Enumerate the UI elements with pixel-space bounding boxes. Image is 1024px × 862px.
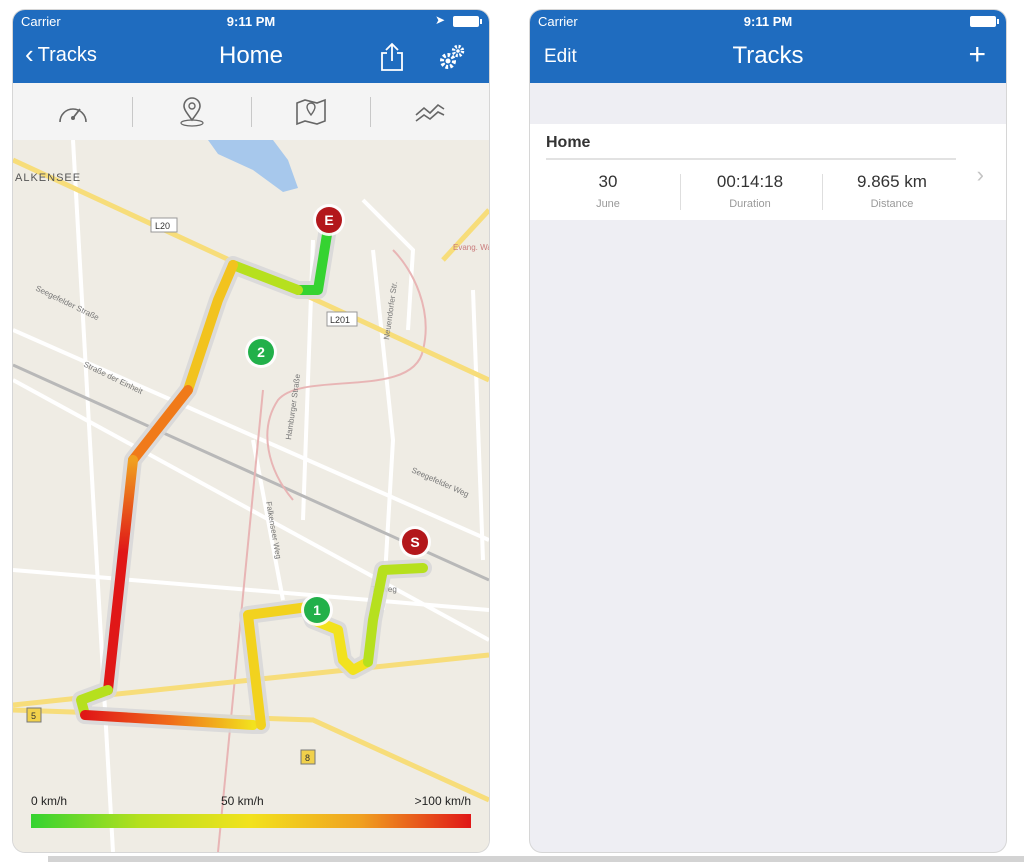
tracks-list-screen: Carrier 9:11 PM Edit Tracks + Home 30 Ju…: [530, 10, 1006, 852]
end-marker[interactable]: E: [313, 204, 345, 236]
start-marker-label: S: [410, 534, 419, 550]
add-track-button[interactable]: +: [968, 38, 986, 72]
speedometer-icon: [58, 107, 87, 122]
share-icon: [381, 42, 403, 71]
map-pin-icon: [179, 96, 204, 127]
lap-marker-1[interactable]: 1: [301, 594, 333, 626]
map-label-route-8: 8: [305, 753, 310, 763]
track-duration: 00:14:18 Duration: [682, 172, 818, 210]
track-date-caption: June: [596, 198, 620, 210]
clock: 9:11 PM: [743, 14, 793, 29]
divider: [546, 158, 956, 160]
track-distance: 9.865 km Distance: [824, 172, 960, 210]
lap-marker-2-label: 2: [257, 344, 265, 360]
legend-mid-label: 50 km/h: [221, 794, 264, 808]
track-list-item[interactable]: Home 30 June 00:14:18 Duration 9.865 km …: [530, 124, 1006, 220]
chevron-right-icon: ›: [976, 162, 984, 187]
track-name: Home: [546, 134, 591, 151]
track-duration-caption: Duration: [729, 198, 771, 210]
speed-view-button[interactable]: [13, 83, 132, 140]
stat-divider: [680, 174, 681, 210]
track-map[interactable]: ALKENSEE L20 L201 5 8 Seegefelder Straße…: [13, 139, 489, 852]
map-icon: [295, 98, 326, 125]
lap-marker-2[interactable]: 2: [245, 336, 277, 368]
location-icon: ➤: [434, 13, 445, 27]
map-label-town: ALKENSEE: [15, 172, 81, 184]
map-label-route-5: 5: [31, 711, 36, 721]
legend-max-label: >100 km/h: [414, 794, 471, 808]
map-label-l20: L20: [155, 221, 170, 231]
divider: [48, 856, 1024, 862]
chart-icon: [414, 103, 444, 122]
map-label-l201: L201: [330, 315, 350, 325]
legend-gradient-bar: [31, 814, 471, 828]
map-view-button[interactable]: [251, 83, 370, 140]
end-marker-label: E: [324, 212, 333, 228]
settings-button[interactable]: [437, 42, 467, 77]
legend-min-label: 0 km/h: [31, 794, 68, 808]
status-bar: Carrier 9:11 PM ➤: [13, 10, 489, 32]
pin-view-button[interactable]: [132, 83, 251, 140]
battery-icon: [970, 16, 999, 27]
share-button[interactable]: [379, 42, 405, 77]
track-date: 30 June: [540, 172, 676, 210]
battery-icon: [453, 16, 482, 27]
chart-view-button[interactable]: [370, 83, 489, 140]
navigation-bar: Carrier 9:11 PM Edit Tracks +: [530, 10, 1006, 83]
page-title: Tracks: [732, 42, 804, 69]
track-date-value: 30: [598, 172, 618, 191]
speed-legend: 0 km/h 50 km/h >100 km/h: [31, 794, 471, 834]
navigation-bar: Carrier 9:11 PM ➤ ‹ Tracks Home: [13, 10, 489, 83]
view-toolbar: [13, 83, 489, 141]
status-bar: Carrier 9:11 PM: [530, 10, 1006, 32]
track-distance-value: 9.865 km: [857, 172, 927, 191]
track-duration-value: 00:14:18: [716, 172, 784, 191]
clock: 9:11 PM: [226, 14, 276, 29]
start-marker[interactable]: S: [399, 526, 431, 558]
page-title: Home: [218, 42, 284, 69]
gear-icon: [440, 44, 465, 69]
track-distance-caption: Distance: [870, 198, 914, 210]
lap-marker-1-label: 1: [313, 602, 321, 618]
track-detail-screen: Carrier 9:11 PM ➤ ‹ Tracks Home ALKENSEE…: [13, 10, 489, 852]
map-label-poi: Evang. Waldkirche: [453, 243, 489, 252]
stat-divider: [822, 174, 823, 210]
map-canvas: ALKENSEE L20 L201 5 8 Seegefelder Straße…: [13, 139, 489, 852]
